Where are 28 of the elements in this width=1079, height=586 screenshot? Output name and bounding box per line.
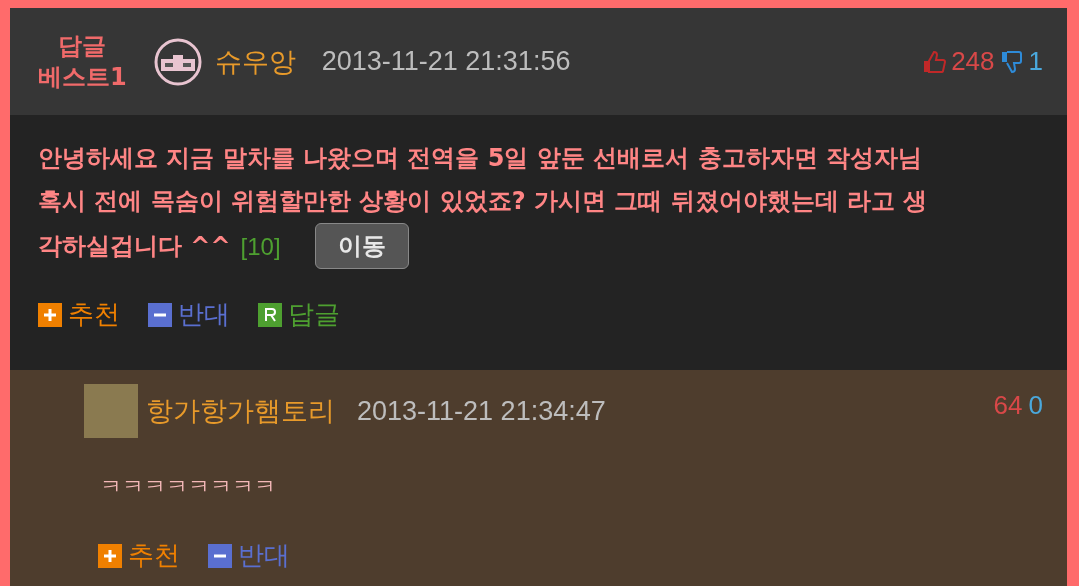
move-button[interactable]: 이동 — [314, 223, 409, 269]
plus-icon — [38, 302, 62, 327]
comment-text: 안녕하세요 지금 말차를 나왔으며 전역을 5일 앞둔 선배로서 충고하자면 작성자님 — [38, 144, 922, 172]
timestamp: 2013-11-21 21:31:56 — [321, 46, 571, 77]
minus-icon — [148, 302, 172, 327]
comment-text: 혹시 전에 목숨이 위험할만한 상황이 있었죠? 가시면 그때 뒤졌어야했는데 라고 생 — [38, 187, 928, 215]
dislike-count: 0 — [1028, 390, 1043, 421]
avatar-icon — [152, 36, 203, 87]
reply-text: ㅋㅋㅋㅋㅋㅋㅋㅋ — [100, 473, 277, 501]
thumbs-up-icon[interactable] — [921, 48, 948, 75]
best-label: 베스트1 — [38, 61, 127, 93]
dislike-count: 1 — [1028, 46, 1043, 77]
reply-link[interactable]: 답글 — [288, 297, 340, 332]
recommend-link[interactable]: 추천 — [128, 538, 180, 573]
oppose-link[interactable]: 반대 — [178, 297, 230, 332]
timestamp: 2013-11-21 21:34:47 — [357, 395, 606, 427]
avatar-photo-placeholder — [84, 384, 138, 438]
reply-icon — [258, 302, 282, 327]
best-label: 답글 — [58, 30, 107, 62]
minus-icon — [208, 543, 232, 568]
recommend-link[interactable]: 추천 — [68, 297, 120, 332]
plus-icon — [98, 543, 122, 568]
reply-count: [10] — [240, 231, 281, 262]
like-count: 64 — [993, 390, 1023, 421]
like-count: 248 — [951, 46, 995, 77]
author-name[interactable]: 항가항가햄토리 — [146, 393, 335, 429]
author-name[interactable]: 슈우앙 — [214, 43, 296, 80]
comment-text: 각하실겁니다 ^^ — [38, 230, 231, 262]
